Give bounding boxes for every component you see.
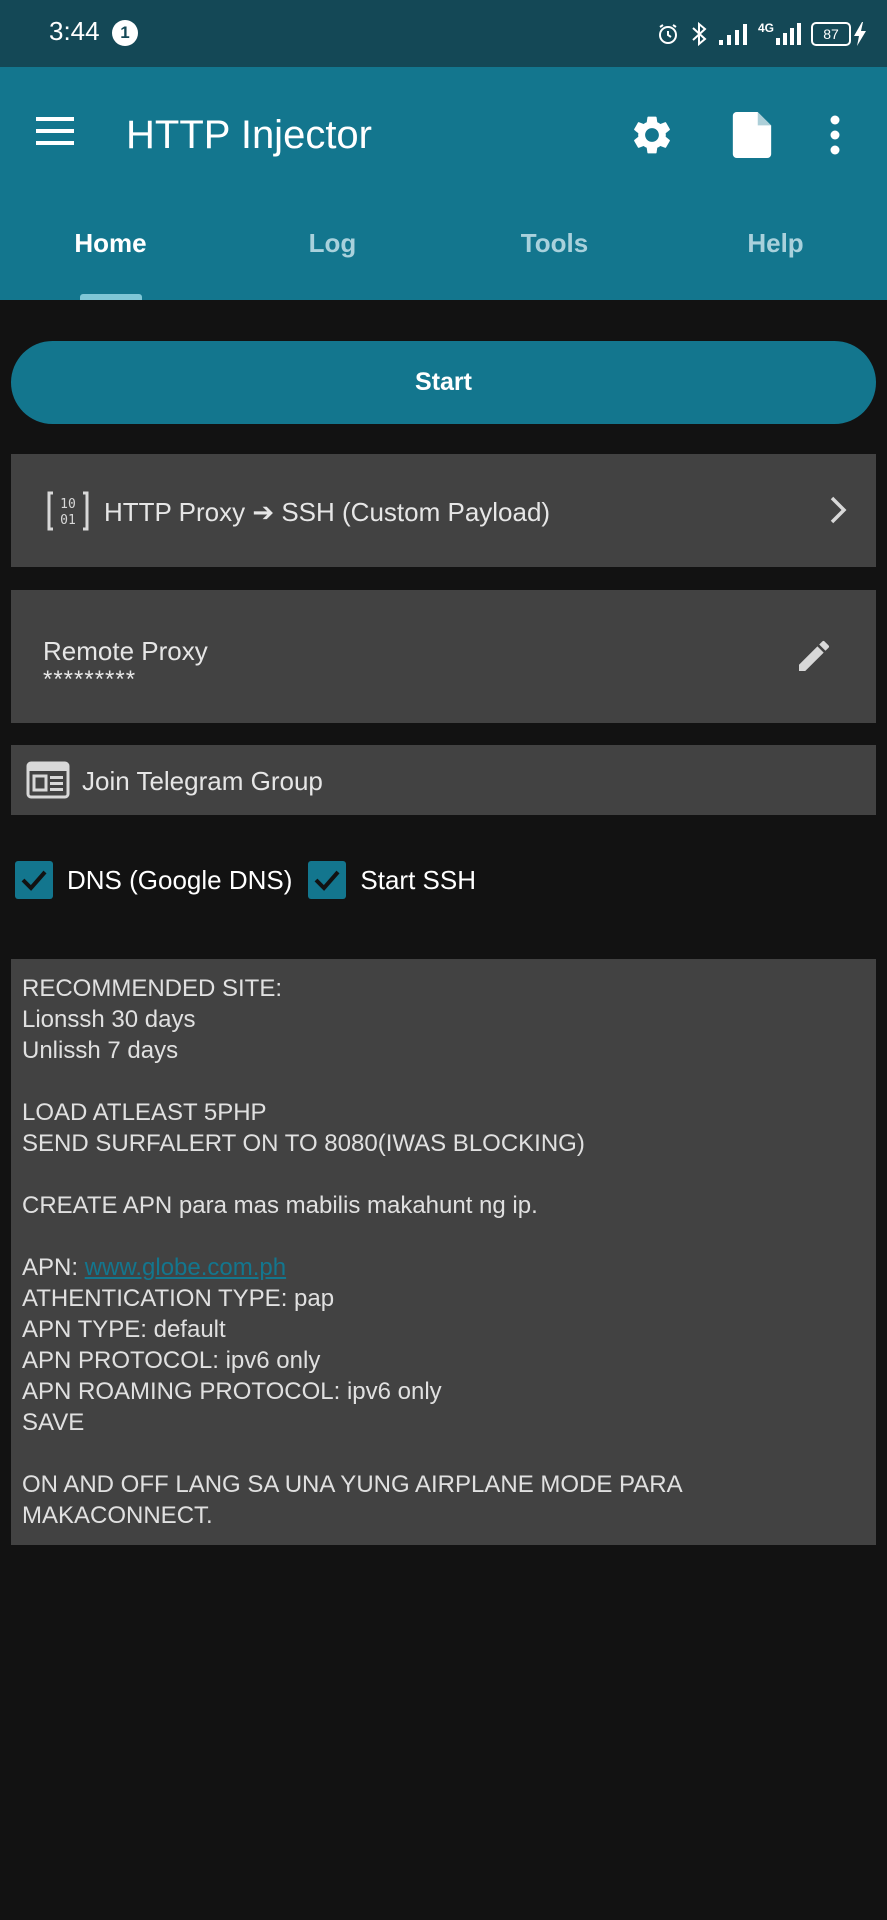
notes-line: LOAD ATLEAST 5PHP bbox=[22, 1099, 267, 1126]
tab-log[interactable]: Log bbox=[222, 227, 443, 300]
notes-line: APN PROTOCOL: ipv6 only bbox=[22, 1347, 321, 1374]
tab-indicator bbox=[80, 294, 142, 300]
notes-line: SAVE bbox=[22, 1409, 85, 1436]
overflow-menu-button[interactable] bbox=[815, 109, 855, 161]
tab-tools[interactable]: Tools bbox=[444, 227, 665, 300]
svg-text:01: 01 bbox=[60, 513, 76, 528]
notes-line: ATHENTICATION TYPE: pap bbox=[22, 1285, 335, 1312]
dns-checkbox[interactable] bbox=[15, 861, 53, 899]
notes-line: Unlissh 7 days bbox=[22, 1037, 179, 1064]
dns-option-label: DNS (Google DNS) bbox=[67, 865, 293, 895]
tab-help[interactable]: Help bbox=[665, 227, 886, 300]
status-icons: 4G 87 bbox=[656, 16, 867, 52]
checkmark-icon bbox=[314, 870, 340, 891]
apn-link[interactable]: www.globe.com.ph bbox=[85, 1254, 286, 1281]
notes-apn-line: APN: www.globe.com.ph bbox=[22, 1252, 683, 1283]
options-row: DNS (Google DNS) Start SSH bbox=[15, 860, 492, 900]
more-vert-icon bbox=[830, 115, 840, 155]
config-notes-text: RECOMMENDED SITE: Lionssh 30 days Unliss… bbox=[22, 973, 683, 1531]
app-root: 3:44 1 4G 87 HTTP Injector Home Log Tool… bbox=[0, 0, 887, 1920]
newspaper-icon bbox=[26, 761, 70, 799]
menu-button[interactable] bbox=[36, 115, 84, 155]
notification-badge: 1 bbox=[112, 20, 138, 46]
notes-spacer bbox=[22, 1438, 683, 1469]
gear-icon bbox=[634, 116, 670, 154]
config-notes: RECOMMENDED SITE: Lionssh 30 days Unliss… bbox=[11, 959, 876, 1545]
notes-spacer bbox=[22, 1221, 683, 1252]
notes-line: RECOMMENDED SITE: bbox=[22, 975, 283, 1002]
notes-spacer bbox=[22, 1159, 683, 1190]
notes-line: MAKACONNECT. bbox=[22, 1502, 213, 1529]
chevron-right-icon bbox=[830, 496, 847, 524]
notes-line: Lionssh 30 days bbox=[22, 1006, 196, 1033]
bluetooth-icon bbox=[690, 21, 708, 47]
notes-line: ON AND OFF LANG SA UNA YUNG AIRPLANE MOD… bbox=[22, 1471, 683, 1498]
signal-4g-icon: 4G bbox=[758, 22, 801, 46]
app-title: HTTP Injector bbox=[126, 113, 372, 157]
hamburger-menu-icon bbox=[36, 117, 74, 145]
status-bar: 3:44 1 4G 87 bbox=[0, 0, 887, 67]
start-ssh-option[interactable]: Start SSH bbox=[308, 861, 476, 899]
remote-proxy-value: ********* bbox=[43, 666, 137, 693]
remote-proxy-title: Remote Proxy bbox=[43, 636, 208, 666]
start-button[interactable]: Start bbox=[11, 341, 876, 424]
battery-icon: 87 bbox=[811, 21, 867, 47]
tab-bar: Home Log Tools Help bbox=[0, 227, 887, 300]
telegram-group-button[interactable]: Join Telegram Group bbox=[11, 745, 876, 815]
notes-line: SEND SURFALERT ON TO 8080(IWAS BLOCKING) bbox=[22, 1130, 585, 1157]
start-ssh-option-label: Start SSH bbox=[360, 865, 476, 895]
notes-spacer bbox=[22, 1066, 683, 1097]
config-file-button[interactable] bbox=[727, 109, 777, 161]
tab-home[interactable]: Home bbox=[0, 227, 221, 300]
notes-line: APN ROAMING PROTOCOL: ipv6 only bbox=[22, 1378, 442, 1405]
battery-level: 87 bbox=[811, 22, 851, 46]
apn-prefix: APN: bbox=[22, 1254, 85, 1281]
start-ssh-checkbox[interactable] bbox=[308, 861, 347, 899]
alarm-icon bbox=[656, 22, 680, 46]
app-bar: HTTP Injector Home Log Tools Help bbox=[0, 67, 887, 300]
tunnel-mode-selector[interactable]: 10 01 HTTP Proxy ➔ SSH (Custom Payload) bbox=[11, 454, 876, 567]
checkmark-icon bbox=[21, 870, 47, 891]
telegram-group-label: Join Telegram Group bbox=[82, 766, 323, 796]
svg-text:10: 10 bbox=[60, 497, 76, 512]
remote-proxy-card[interactable]: Remote Proxy ********* bbox=[11, 590, 876, 723]
settings-button[interactable] bbox=[627, 109, 677, 161]
tunnel-mode-label: HTTP Proxy ➔ SSH (Custom Payload) bbox=[104, 497, 551, 527]
status-time: 3:44 bbox=[49, 16, 100, 46]
file-icon bbox=[732, 112, 772, 158]
dns-option[interactable]: DNS (Google DNS) bbox=[15, 861, 292, 899]
pencil-icon[interactable] bbox=[794, 636, 834, 676]
notes-line: CREATE APN para mas mabilis makahunt ng … bbox=[22, 1192, 538, 1219]
network-type: 4G bbox=[757, 21, 774, 35]
binary-icon: 10 01 bbox=[47, 491, 89, 531]
signal-icon bbox=[718, 22, 748, 46]
notes-line: APN TYPE: default bbox=[22, 1316, 226, 1343]
